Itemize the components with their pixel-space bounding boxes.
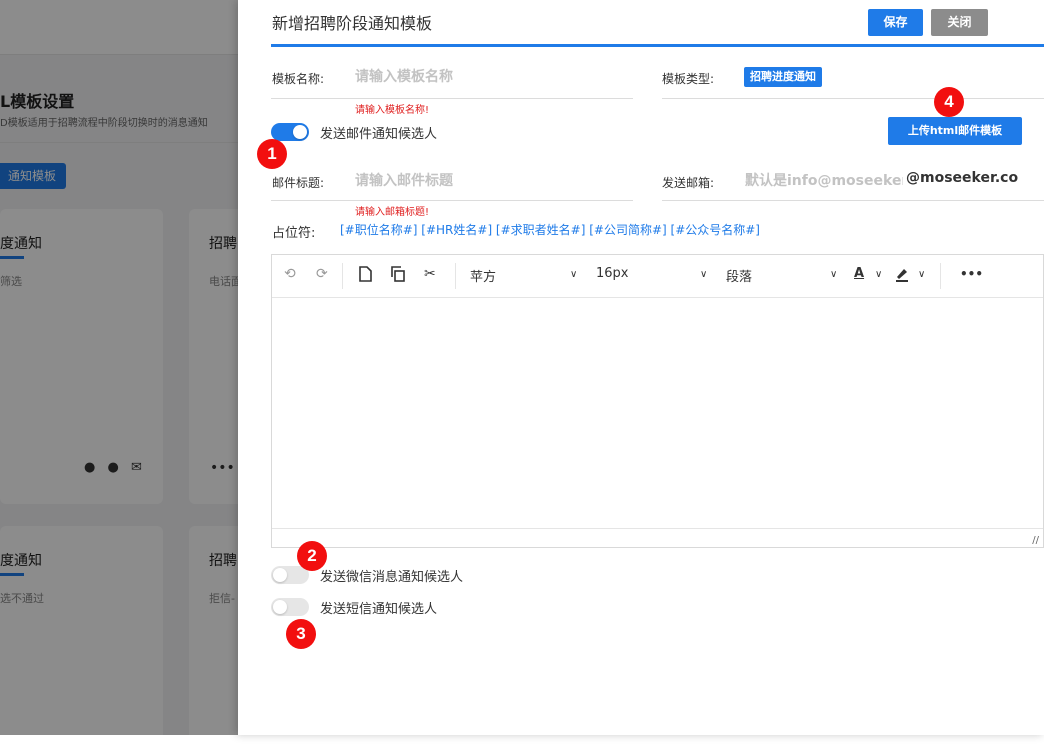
resize-handle-icon[interactable]: //	[1032, 535, 1039, 546]
undo-icon[interactable]: ⟲	[284, 266, 296, 282]
paragraph-select[interactable]: 段落	[726, 266, 752, 285]
email-domain-suffix: @moseeker.co	[906, 170, 1019, 186]
toolbar-separator	[940, 263, 941, 289]
save-button[interactable]: 保存	[868, 9, 923, 36]
email-notify-toggle[interactable]	[271, 123, 309, 141]
template-name-label: 模板名称:	[272, 72, 325, 86]
title-underline	[271, 44, 1044, 47]
cut-icon[interactable]: ✂	[424, 266, 436, 282]
chevron-down-icon[interactable]: ∨	[570, 269, 577, 280]
modal-overlay[interactable]	[0, 0, 240, 735]
template-type-tag: 招聘进度通知	[744, 67, 822, 87]
template-name-error: 请输入模板名称!	[355, 105, 430, 116]
chevron-down-icon[interactable]: ∨	[918, 269, 925, 280]
sms-notify-toggle[interactable]	[271, 598, 309, 616]
template-drawer: 新增招聘阶段通知模板 保存 关闭 模板名称: 请输入模板名称 请输入模板名称! …	[238, 0, 1044, 735]
upload-html-template-button[interactable]: 上传html邮件模板	[888, 117, 1022, 145]
chevron-down-icon[interactable]: ∨	[830, 269, 837, 280]
editor-toolbar: ⟲ ⟳ ✂ 苹方 ∨ 16px ∨ 段落 ∨ A ∨ ∨ •••	[272, 255, 1043, 298]
toolbar-separator	[342, 263, 343, 289]
chevron-down-icon[interactable]: ∨	[875, 269, 882, 280]
template-type-label: 模板类型:	[662, 72, 715, 86]
email-notify-label: 发送邮件通知候选人	[320, 127, 438, 142]
placeholder-label: 占位符:	[272, 226, 316, 241]
highlight-icon[interactable]	[894, 266, 910, 286]
drawer-title: 新增招聘阶段通知模板	[272, 14, 433, 33]
redo-icon[interactable]: ⟳	[316, 266, 328, 282]
template-name-input[interactable]: 请输入模板名称	[355, 66, 453, 86]
annotation-badge-2: 2	[297, 541, 327, 571]
annotation-badge-1: 1	[257, 139, 287, 169]
copy-icon[interactable]	[390, 266, 406, 286]
font-size-select[interactable]: 16px	[596, 266, 629, 281]
rich-text-editor: ⟲ ⟳ ✂ 苹方 ∨ 16px ∨ 段落 ∨ A ∨ ∨ ••• //	[271, 254, 1044, 548]
font-family-select[interactable]: 苹方	[470, 266, 496, 285]
annotation-badge-4: 4	[934, 87, 964, 117]
sender-email-input[interactable]: 默认是info@moseeker	[745, 170, 903, 190]
editor-statusbar: //	[272, 528, 1043, 547]
email-title-underline	[271, 200, 633, 201]
toolbar-separator	[455, 263, 456, 289]
toggle-knob	[273, 568, 287, 582]
sender-email-label: 发送邮箱:	[662, 176, 715, 190]
more-options-icon[interactable]: •••	[960, 267, 983, 281]
email-title-label: 邮件标题:	[272, 176, 325, 190]
toggle-knob	[293, 125, 307, 139]
toggle-knob	[273, 600, 287, 614]
new-document-icon[interactable]	[358, 266, 372, 286]
sms-notify-label: 发送短信通知候选人	[320, 602, 438, 617]
annotation-badge-3: 3	[286, 619, 316, 649]
wechat-notify-label: 发送微信消息通知候选人	[320, 570, 464, 585]
email-title-error: 请输入邮箱标题!	[355, 207, 430, 218]
template-name-underline	[271, 98, 633, 99]
editor-content-area[interactable]	[272, 298, 1043, 530]
placeholder-tokens[interactable]: [#职位名称#] [#HR姓名#] [#求职者姓名#] [#公司简称#] [#公…	[340, 221, 760, 238]
email-title-input[interactable]: 请输入邮件标题	[355, 170, 453, 190]
font-color-icon[interactable]: A	[854, 266, 864, 281]
chevron-down-icon[interactable]: ∨	[700, 269, 707, 280]
template-type-underline	[662, 98, 1044, 99]
sender-email-underline	[662, 200, 1044, 201]
close-button[interactable]: 关闭	[931, 9, 988, 36]
